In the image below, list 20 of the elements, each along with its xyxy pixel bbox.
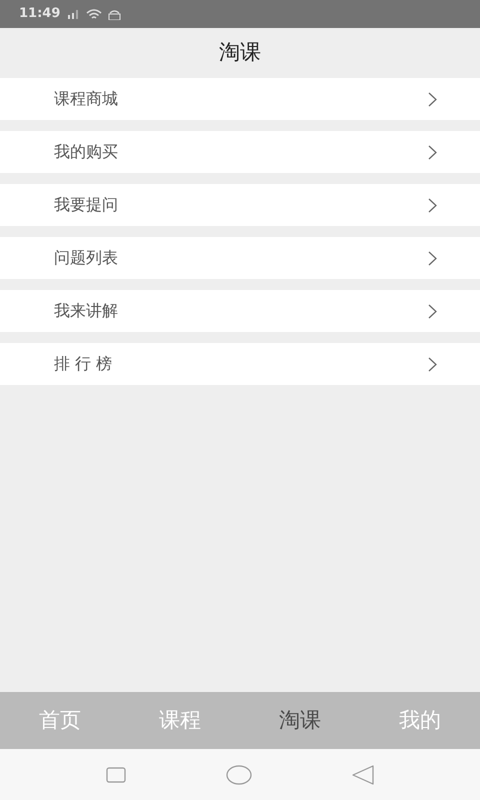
menu-item[interactable]: 问题列表 [0,237,480,279]
chevron-right-icon [428,198,437,212]
chevron-right-icon [428,356,437,372]
menu-item[interactable]: 我要提问 [0,184,480,226]
tab[interactable]: 淘课 [240,692,360,749]
status-time: 11:49 [19,5,60,24]
square-icon[interactable] [106,766,126,782]
wifi-icon [86,8,102,20]
chevron-right-icon [428,250,437,266]
menu-item[interactable]: 课程商城 [0,78,480,120]
triangle-icon[interactable] [352,764,374,784]
chevron-right-icon [428,92,437,106]
menu-item[interactable]: 排 行 榜 [0,343,480,385]
menu-item[interactable]: 我的购买 [0,131,480,173]
page-title: 淘课 [219,39,261,66]
signal-icon [66,9,80,19]
chevron-right-icon [428,144,437,160]
chevron-right-icon [428,304,437,318]
circle-icon[interactable] [226,764,252,784]
menu-item[interactable]: 我来讲解 [0,290,480,332]
